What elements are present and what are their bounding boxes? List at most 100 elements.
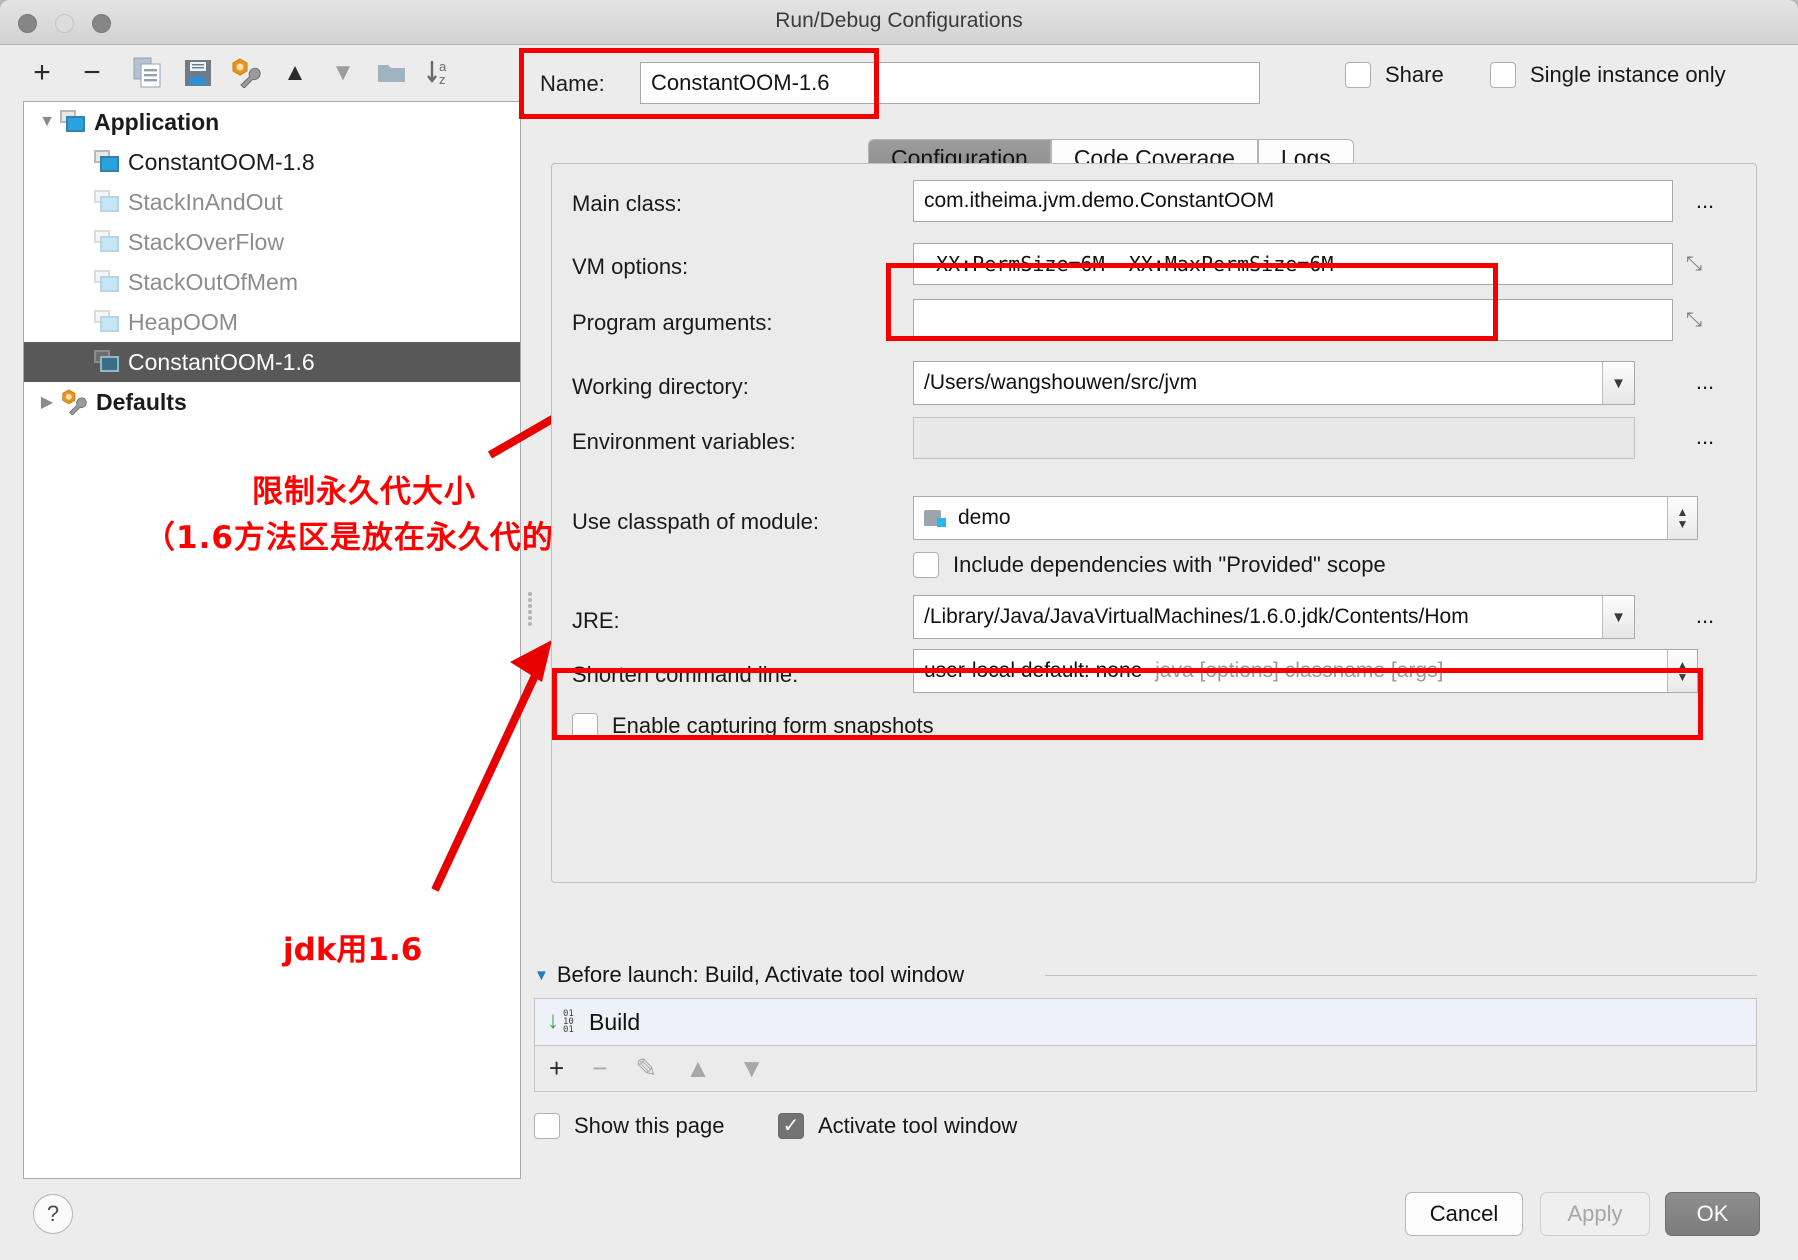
floppy-disk-icon bbox=[185, 60, 211, 86]
build-icon: ↓ 01 10 01 bbox=[547, 1007, 574, 1035]
edit-defaults-button[interactable] bbox=[226, 54, 266, 92]
before-launch-toolbar: + − ✎ ▲ ▼ bbox=[534, 1046, 1757, 1092]
working-directory-input[interactable]: /Users/wangshouwen/src/jvm ▼ bbox=[913, 361, 1635, 405]
configurations-tree[interactable]: ▼ Application ConstantOOM-1.8 StackInAnd… bbox=[23, 101, 521, 1179]
chevron-down-icon[interactable]: ▼ bbox=[534, 967, 549, 984]
activate-tool-window-checkbox-row[interactable]: Activate tool window bbox=[778, 1113, 1017, 1139]
tree-row-stackoverflow[interactable]: StackOverFlow bbox=[24, 222, 520, 262]
share-checkbox[interactable] bbox=[1345, 62, 1371, 88]
jre-combo[interactable]: /Library/Java/JavaVirtualMachines/1.6.0.… bbox=[913, 595, 1635, 639]
save-configuration-button[interactable] bbox=[178, 54, 218, 92]
activate-tool-window-checkbox[interactable] bbox=[778, 1113, 804, 1139]
ok-button[interactable]: OK bbox=[1665, 1192, 1760, 1236]
module-stepper-icon[interactable]: ▲ ▼ bbox=[1667, 497, 1697, 539]
single-instance-checkbox[interactable] bbox=[1490, 62, 1516, 88]
remove-configuration-button[interactable]: − bbox=[72, 54, 112, 92]
before-launch-title-text: Before launch: Build, Activate tool wind… bbox=[556, 962, 965, 987]
single-instance-checkbox-row[interactable]: Single instance only bbox=[1490, 62, 1726, 88]
highlight-box-name bbox=[519, 48, 879, 119]
working-directory-dropdown-icon[interactable]: ▼ bbox=[1602, 362, 1634, 404]
vm-options-label: VM options: bbox=[572, 254, 689, 279]
panel-splitter-handle[interactable] bbox=[524, 592, 536, 626]
include-provided-checkbox[interactable] bbox=[913, 552, 939, 578]
cancel-button[interactable]: Cancel bbox=[1405, 1192, 1523, 1236]
tree-row-heapoom[interactable]: HeapOOM bbox=[24, 302, 520, 342]
triangle-down-icon: ▼ bbox=[331, 59, 355, 86]
defaults-gear-wrench-icon bbox=[60, 389, 88, 416]
vm-options-expand-icon[interactable]: ⤡ bbox=[1686, 253, 1702, 276]
tree-item-label: StackOutOfMem bbox=[128, 268, 298, 295]
include-provided-label: Include dependencies with "Provided" sco… bbox=[953, 552, 1386, 577]
application-icon bbox=[60, 110, 86, 134]
help-button[interactable]: ? bbox=[33, 1194, 73, 1234]
share-label: Share bbox=[1385, 62, 1444, 87]
tree-item-label: Application bbox=[94, 108, 220, 135]
copy-icon bbox=[133, 57, 161, 88]
activate-tool-window-label: Activate tool window bbox=[818, 1113, 1018, 1138]
main-class-input[interactable]: com.itheima.jvm.demo.ConstantOOM bbox=[913, 180, 1673, 222]
tree-row-constantoom-1-8[interactable]: ConstantOOM-1.8 bbox=[24, 142, 520, 182]
working-directory-value: /Users/wangshouwen/src/jvm bbox=[924, 371, 1198, 394]
working-directory-label: Working directory: bbox=[572, 374, 749, 399]
annotation-jdk-16: jdk用1.6 bbox=[283, 932, 423, 968]
highlight-box-jre bbox=[552, 668, 1703, 740]
chevron-down-icon[interactable]: ▼ bbox=[34, 113, 60, 131]
annotation-limit-permgen: 限制永久代大小 bbox=[252, 474, 476, 510]
svg-text:z: z bbox=[439, 72, 446, 87]
tree-row-stackinandout[interactable]: StackInAndOut bbox=[24, 182, 520, 222]
tree-row-constantoom-1-6[interactable]: ConstantOOM-1.6 bbox=[24, 342, 520, 382]
jre-dropdown-icon[interactable]: ▼ bbox=[1602, 596, 1634, 638]
main-class-label: Main class: bbox=[572, 191, 683, 216]
single-instance-label: Single instance only bbox=[1530, 62, 1726, 87]
module-value: demo bbox=[958, 506, 1011, 529]
before-launch-remove-button[interactable]: − bbox=[592, 1053, 607, 1084]
include-provided-checkbox-row[interactable]: Include dependencies with "Provided" sco… bbox=[913, 552, 1386, 578]
move-down-button[interactable]: ▼ bbox=[323, 54, 363, 92]
tree-item-label: StackOverFlow bbox=[128, 228, 284, 255]
environment-variables-browse-button[interactable]: ... bbox=[1685, 417, 1725, 457]
before-launch-move-up-button[interactable]: ▲ bbox=[685, 1053, 711, 1084]
before-launch-header[interactable]: ▼ Before launch: Build, Activate tool wi… bbox=[534, 962, 964, 988]
sort-alphabetically-button[interactable]: a z bbox=[420, 54, 460, 92]
title-bar: Run/Debug Configurations bbox=[0, 0, 1798, 45]
application-icon bbox=[94, 230, 120, 254]
tree-item-label: Defaults bbox=[96, 388, 187, 415]
chevron-right-icon[interactable]: ▶ bbox=[34, 392, 60, 412]
show-this-page-checkbox[interactable] bbox=[534, 1113, 560, 1139]
left-toolbar: + − ▲ ▼ a z bbox=[0, 46, 510, 100]
before-launch-move-down-button[interactable]: ▼ bbox=[739, 1053, 765, 1084]
tree-item-label: StackInAndOut bbox=[128, 188, 283, 215]
add-configuration-button[interactable]: + bbox=[22, 54, 62, 92]
minus-icon: − bbox=[83, 56, 101, 89]
show-this-page-checkbox-row[interactable]: Show this page bbox=[534, 1113, 724, 1139]
move-up-button[interactable]: ▲ bbox=[275, 54, 315, 92]
module-combo[interactable]: demo ▲ ▼ bbox=[913, 496, 1698, 540]
share-checkbox-row[interactable]: Share bbox=[1345, 62, 1444, 88]
environment-variables-input[interactable] bbox=[913, 417, 1635, 459]
program-arguments-label: Program arguments: bbox=[572, 310, 773, 335]
highlight-box-vm-options bbox=[886, 263, 1498, 341]
before-launch-edit-button[interactable]: ✎ bbox=[635, 1053, 657, 1084]
before-launch-add-button[interactable]: + bbox=[549, 1053, 564, 1084]
before-launch-task-label: Build bbox=[589, 1008, 641, 1035]
window-title: Run/Debug Configurations bbox=[775, 9, 1023, 32]
working-directory-browse-button[interactable]: ... bbox=[1685, 362, 1725, 402]
before-launch-task-list[interactable]: ↓ 01 10 01 Build bbox=[534, 998, 1757, 1046]
tree-row-stackoutofmem[interactable]: StackOutOfMem bbox=[24, 262, 520, 302]
copy-configuration-button[interactable] bbox=[128, 54, 168, 92]
folder-icon bbox=[378, 65, 405, 82]
tree-item-label: ConstantOOM-1.6 bbox=[128, 348, 315, 375]
tree-row-defaults[interactable]: ▶ Defaults bbox=[24, 382, 520, 422]
program-arguments-expand-icon[interactable]: ⤡ bbox=[1686, 309, 1702, 332]
environment-variables-label: Environment variables: bbox=[572, 429, 796, 454]
triangle-up-icon: ▲ bbox=[283, 59, 307, 86]
new-folder-button[interactable] bbox=[372, 54, 412, 92]
gear-wrench-icon bbox=[232, 58, 261, 88]
tree-row-application[interactable]: ▼ Application bbox=[24, 102, 520, 142]
main-class-browse-button[interactable]: ... bbox=[1685, 181, 1725, 221]
application-icon bbox=[94, 190, 120, 214]
apply-button[interactable]: Apply bbox=[1540, 1192, 1650, 1236]
plus-icon: + bbox=[33, 56, 51, 89]
jre-browse-button[interactable]: ... bbox=[1685, 596, 1725, 636]
run-debug-configurations-window: Run/Debug Configurations + − ▲ ▼ a z ▼ A… bbox=[0, 0, 1798, 1260]
